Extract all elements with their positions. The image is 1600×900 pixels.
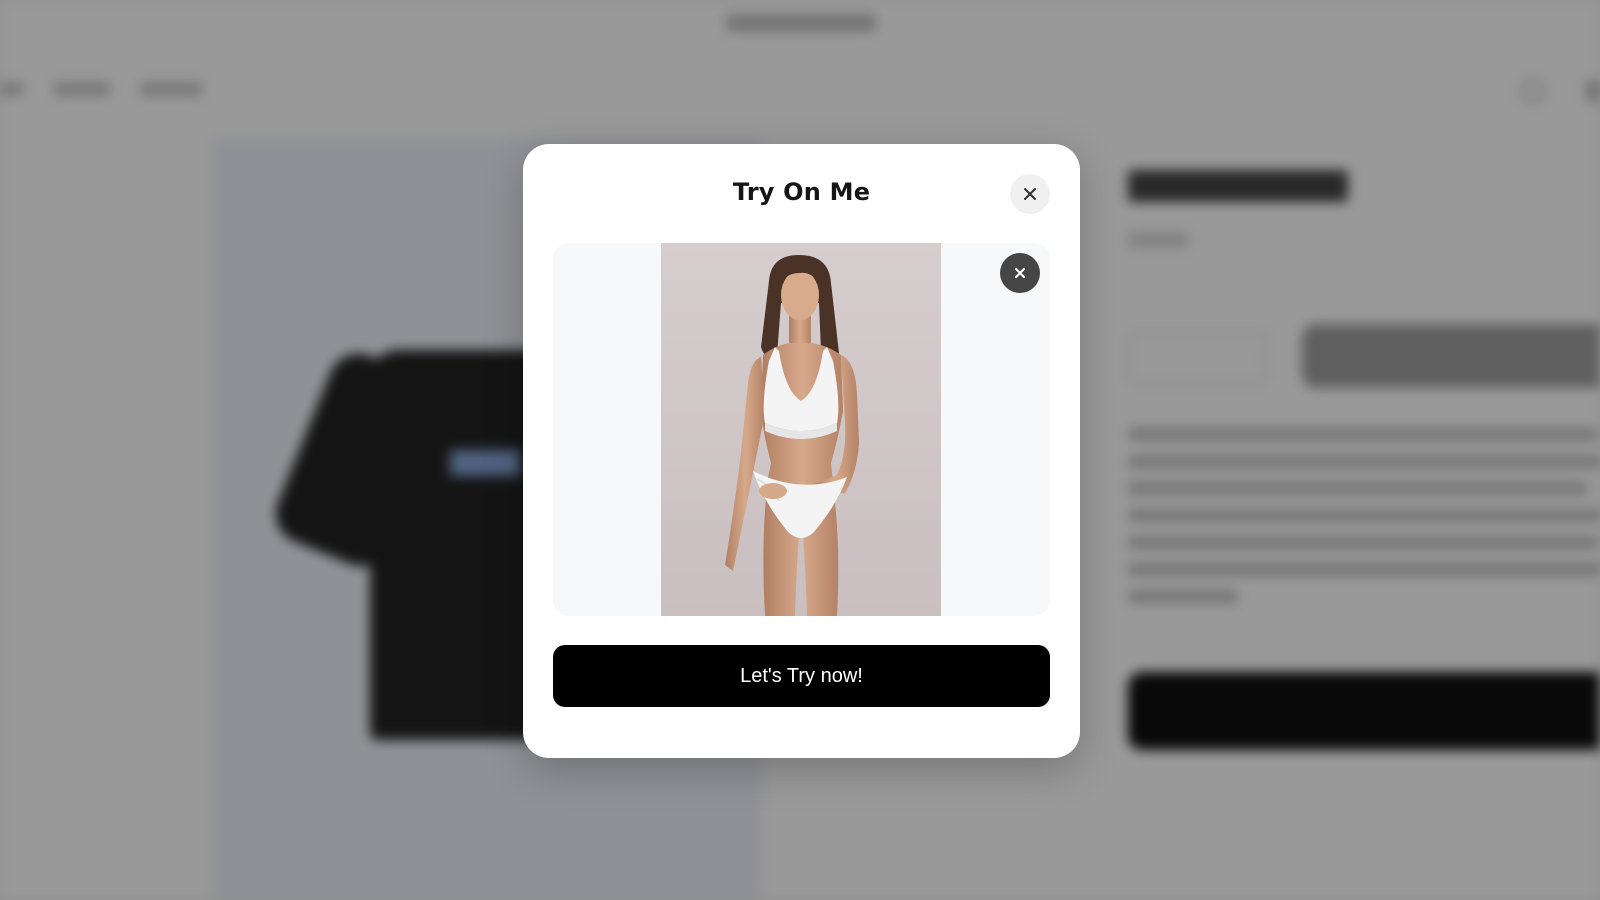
try-on-modal: Try On Me Let's Try now! [523, 144, 1080, 758]
model-photo [661, 243, 941, 616]
remove-photo-button[interactable] [1000, 253, 1040, 293]
modal-close-button[interactable] [1010, 174, 1050, 214]
modal-title: Try On Me [732, 178, 871, 206]
try-now-button[interactable]: Let's Try now! [553, 645, 1050, 707]
close-icon [1024, 188, 1036, 200]
photo-preview-area [553, 243, 1050, 616]
close-icon [1015, 268, 1025, 278]
